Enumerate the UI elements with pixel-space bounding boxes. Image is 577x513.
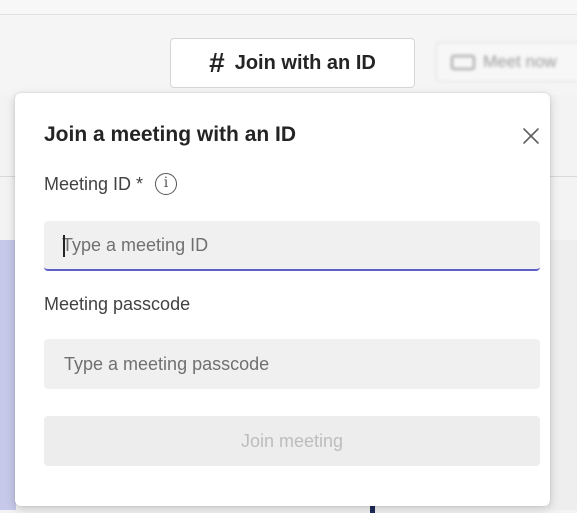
passcode-input[interactable]	[44, 339, 540, 389]
meet-now-label: Meet now	[483, 52, 557, 71]
meet-now-button[interactable]: Meet now	[436, 42, 577, 82]
meeting-id-input[interactable]	[44, 221, 540, 271]
meeting-id-label: Meeting ID * i	[44, 173, 178, 195]
passcode-label: Meeting passcode	[44, 294, 191, 314]
video-icon	[451, 54, 475, 70]
meeting-id-label-text: Meeting ID *	[44, 173, 144, 194]
app-top-bar	[0, 0, 577, 15]
background-accent-right	[548, 240, 577, 510]
join-with-id-label: Join with an ID	[234, 51, 376, 74]
join-with-id-button[interactable]: # Join with an ID	[170, 38, 415, 88]
close-icon[interactable]	[520, 125, 542, 147]
dialog-title: Join a meeting with an ID	[44, 123, 297, 146]
hash-icon: #	[209, 47, 225, 78]
join-meeting-button[interactable]: Join meeting	[44, 416, 540, 466]
text-cursor	[63, 235, 65, 257]
background-accent-left	[0, 240, 16, 510]
info-icon[interactable]: i	[155, 173, 178, 195]
join-meeting-dialog: Join a meeting with an ID Meeting ID * i…	[15, 93, 550, 506]
